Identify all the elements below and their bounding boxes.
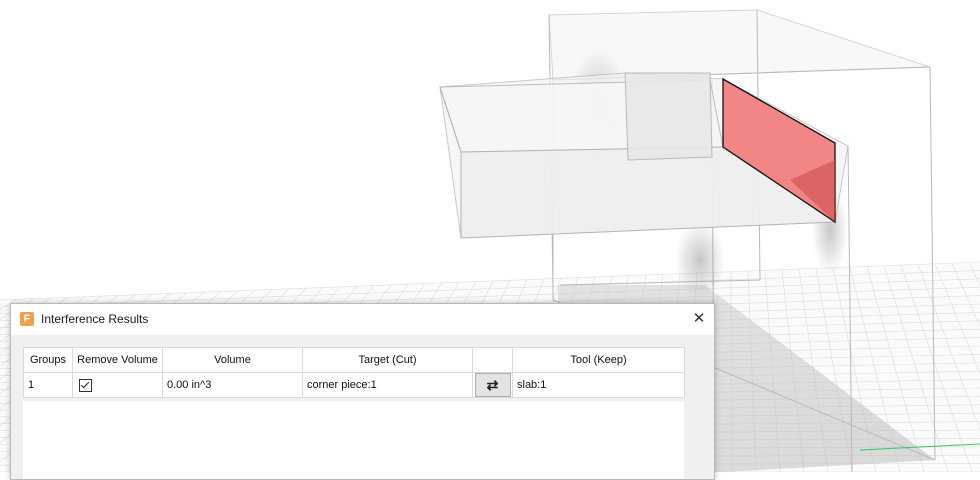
close-icon[interactable]: ✕ bbox=[688, 308, 710, 330]
table-header-row: Groups Remove Volume Volume Target (Cut)… bbox=[23, 347, 685, 373]
interference-table: Groups Remove Volume Volume Target (Cut)… bbox=[23, 347, 685, 398]
soft-shadow bbox=[675, 220, 725, 300]
header-groups[interactable]: Groups bbox=[23, 347, 73, 373]
swap-target-tool-button[interactable]: ⇄ bbox=[474, 373, 511, 397]
interference-results-dialog[interactable]: F Interference Results ✕ Groups Remove V… bbox=[10, 303, 715, 480]
cell-group: 1 bbox=[23, 372, 73, 398]
header-volume[interactable]: Volume bbox=[162, 347, 303, 373]
header-swap bbox=[472, 347, 513, 373]
dialog-titlebar[interactable]: F Interference Results ✕ bbox=[11, 304, 714, 335]
dialog-title: Interference Results bbox=[41, 312, 149, 326]
header-remove-volume[interactable]: Remove Volume bbox=[72, 347, 163, 373]
table-empty-area bbox=[23, 401, 684, 479]
table-row[interactable]: 1 0.00 in^3 corner piece:1 ⇄ slab:1 bbox=[23, 372, 685, 398]
fusion-app-icon: F bbox=[20, 312, 34, 326]
header-tool-keep[interactable]: Tool (Keep) bbox=[512, 347, 685, 373]
cell-swap: ⇄ bbox=[472, 372, 513, 398]
cell-volume: 0.00 in^3 bbox=[162, 372, 303, 398]
header-target-cut[interactable]: Target (Cut) bbox=[302, 347, 473, 373]
cell-tool: slab:1 bbox=[512, 372, 685, 398]
cell-target: corner piece:1 bbox=[302, 372, 473, 398]
cell-remove-volume bbox=[72, 372, 163, 398]
remove-volume-checkbox[interactable] bbox=[79, 378, 92, 392]
dialog-body: Groups Remove Volume Volume Target (Cut)… bbox=[11, 335, 714, 479]
